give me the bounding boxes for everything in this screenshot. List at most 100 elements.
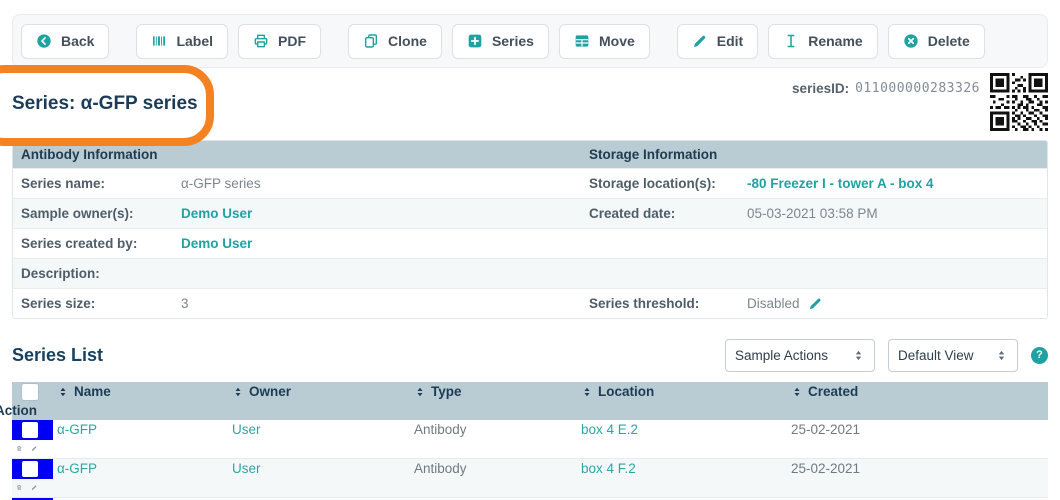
trash-icon[interactable]	[16, 441, 23, 456]
pencil-icon[interactable]	[31, 480, 38, 495]
sample-created-date: 25-02-2021	[787, 461, 1048, 476]
row-checkbox[interactable]	[22, 422, 38, 438]
series-id-label: seriesID:	[792, 81, 849, 96]
edit-threshold-pencil-icon[interactable]	[808, 296, 823, 311]
row-check-cell	[12, 459, 53, 479]
antibody-information-header: Antibody Information	[13, 147, 581, 162]
series-id-block: seriesID: 011000000283326	[792, 81, 980, 96]
created-date-label: Created date:	[581, 206, 739, 221]
toolbar-group-modify: Edit Rename Delete	[677, 24, 985, 59]
qr-code-icon	[990, 73, 1048, 131]
move-button[interactable]: Move	[559, 24, 650, 59]
title-row: Series: α-GFP series seriesID: 011000000…	[0, 68, 1060, 140]
toolbar-group-print: Label PDF	[136, 24, 321, 59]
pdf-button[interactable]: PDF	[238, 24, 321, 59]
info-card: Antibody Information Storage Information…	[12, 140, 1048, 319]
sample-location-link[interactable]: box 4 F.2	[577, 461, 787, 476]
series-detail-page: Back Label PDF Clone Series	[0, 0, 1060, 500]
sample-name-link[interactable]: α-GFP	[53, 422, 228, 437]
rename-button[interactable]: Rename	[768, 24, 877, 59]
series-size-value: 3	[173, 296, 581, 311]
table-grid-icon	[574, 33, 590, 49]
series-list-title: Series List	[12, 345, 103, 366]
series-threshold-value: Disabled	[739, 296, 1047, 311]
pencil-icon[interactable]	[31, 441, 38, 456]
sample-created-date: 25-02-2021	[787, 422, 1048, 437]
row-actions	[12, 480, 53, 495]
clone-button[interactable]: Clone	[348, 24, 442, 59]
sample-type: Antibody	[410, 422, 577, 437]
printer-icon	[253, 33, 269, 49]
sample-owner-link[interactable]: User	[228, 461, 410, 476]
column-header-owner[interactable]: Owner	[228, 384, 410, 399]
created-date-value: 05-03-2021 03:58 PM	[739, 206, 1047, 221]
sample-type: Antibody	[410, 461, 577, 476]
table-row: α-GFP User Antibody box 4 E.2 25-02-2021	[12, 420, 1048, 459]
edit-button[interactable]: Edit	[677, 24, 758, 59]
label-button[interactable]: Label	[136, 24, 228, 59]
storage-information-header: Storage Information	[581, 147, 1047, 162]
edit-button-label: Edit	[717, 33, 743, 49]
text-cursor-ibeam-icon	[783, 33, 799, 49]
column-header-name[interactable]: Name	[53, 384, 228, 399]
series-list-header: Series List Sample Actions Default View …	[12, 338, 1048, 372]
series-button-label: Series	[492, 33, 534, 49]
description-label: Description:	[13, 266, 173, 281]
barcode-icon	[151, 33, 167, 49]
rename-button-label: Rename	[808, 33, 862, 49]
row-actions	[12, 441, 53, 456]
page-title: Series: α-GFP series	[12, 93, 198, 115]
sample-owner-link[interactable]: User	[228, 422, 410, 437]
info-row: Series created by: Demo User	[13, 228, 1047, 258]
dropdown-arrows-icon	[852, 349, 865, 362]
table-row: α-GFP User Antibody box 4 F.2 25-02-2021	[12, 459, 1048, 498]
series-created-by-link[interactable]: Demo User	[173, 236, 581, 251]
storage-location-link[interactable]: -80 Freezer I - tower A - box 4	[739, 176, 1047, 191]
sample-owner-label: Sample owner(s):	[13, 206, 173, 221]
column-header-type[interactable]: Type	[410, 384, 577, 399]
sample-actions-dropdown-value: Sample Actions	[735, 348, 828, 363]
clone-icon	[363, 33, 379, 49]
back-button[interactable]: Back	[21, 24, 109, 59]
sample-location-link[interactable]: box 4 E.2	[577, 422, 787, 437]
header-check-cell	[12, 382, 53, 402]
trash-icon[interactable]	[16, 480, 23, 495]
list-controls: Sample Actions Default View ?	[725, 339, 1048, 372]
info-card-headers: Antibody Information Storage Information	[13, 141, 1047, 168]
sample-actions-dropdown[interactable]: Sample Actions	[725, 339, 875, 372]
series-size-label: Series size:	[13, 296, 173, 311]
column-header-created[interactable]: Created	[787, 384, 1048, 399]
sample-owner-link[interactable]: Demo User	[173, 206, 581, 221]
series-name-label: Series name:	[13, 176, 173, 191]
sort-icon	[581, 386, 593, 398]
back-button-label: Back	[61, 33, 94, 49]
sample-name-link[interactable]: α-GFP	[53, 461, 228, 476]
toolbar-group-nav: Back	[21, 24, 109, 59]
delete-button[interactable]: Delete	[888, 24, 985, 59]
move-button-label: Move	[599, 33, 635, 49]
pdf-button-label: PDF	[278, 33, 306, 49]
help-icon[interactable]: ?	[1031, 347, 1048, 364]
series-created-by-label: Series created by:	[13, 236, 173, 251]
plus-square-icon	[467, 33, 483, 49]
row-checkbox[interactable]	[22, 461, 38, 477]
series-button[interactable]: Series	[452, 24, 549, 59]
series-threshold-label: Series threshold:	[581, 296, 739, 311]
pencil-icon	[692, 33, 708, 49]
storage-location-label: Storage location(s):	[581, 176, 739, 191]
series-table: Name Owner Type Location Created Action	[12, 382, 1048, 500]
sort-icon	[232, 386, 244, 398]
series-table-header: Name Owner Type Location Created Action	[12, 382, 1048, 420]
series-id-value: 011000000283326	[855, 81, 980, 96]
select-all-checkbox[interactable]	[22, 384, 38, 400]
info-row: Series name: α-GFP series Storage locati…	[13, 168, 1047, 198]
info-row: Description:	[13, 258, 1047, 288]
delete-button-label: Delete	[928, 33, 970, 49]
clone-button-label: Clone	[388, 33, 427, 49]
default-view-dropdown[interactable]: Default View	[888, 339, 1018, 372]
x-circle-icon	[903, 33, 919, 49]
row-check-cell	[12, 420, 53, 440]
label-button-label: Label	[176, 33, 213, 49]
column-header-location[interactable]: Location	[577, 384, 787, 399]
column-header-action: Action	[12, 403, 53, 418]
